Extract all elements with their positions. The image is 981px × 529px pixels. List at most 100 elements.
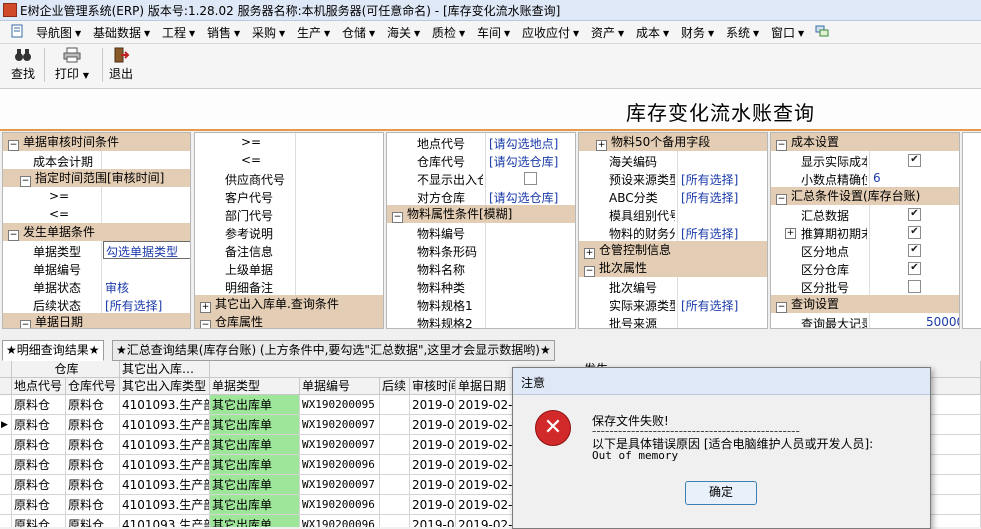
col-warehouse[interactable]: 仓库代号 — [66, 378, 120, 395]
summary-data-checkbox[interactable]: ✔ — [908, 208, 921, 221]
cell-warehouse[interactable]: 原料仓 — [66, 435, 120, 455]
menu-navigation[interactable]: 导航图 ▼ — [36, 24, 81, 41]
cell-followup[interactable] — [380, 495, 410, 515]
by-warehouse-checkbox[interactable]: ✔ — [908, 262, 921, 275]
row-material-kind[interactable]: 物料种类 — [387, 277, 575, 295]
cell-other-type[interactable]: 4101093.生产部 — [120, 475, 210, 495]
row-reference[interactable]: 参考说明 — [195, 223, 383, 241]
hide-transfer-checkbox[interactable] — [524, 172, 537, 185]
cell-warehouse[interactable]: 原料仓 — [66, 415, 120, 435]
cell-other-type[interactable]: 4101093.生产部 — [120, 495, 210, 515]
row-summary-data[interactable]: 汇总数据 ✔ — [771, 205, 959, 223]
cell-warehouse[interactable]: 原料仓 — [66, 455, 120, 475]
cell-site[interactable]: 原料仓 — [12, 395, 66, 415]
cell-warehouse[interactable]: 原料仓 — [66, 495, 120, 515]
row-preset-source[interactable]: 预设来源类型 [所有选择] — [579, 169, 767, 187]
col-followup[interactable]: 后续 — [380, 378, 410, 395]
cell-doc-type[interactable]: 其它出库单 — [210, 495, 300, 515]
section-warehouse-attr[interactable]: − 仓库属性 — [195, 313, 383, 328]
row-cost-period[interactable]: 成本会计期 — [3, 151, 190, 169]
row-indicator[interactable] — [0, 435, 12, 455]
cell-doc-type[interactable]: 其它出库单 — [210, 515, 300, 527]
row-indicator[interactable] — [0, 455, 12, 475]
cell-doc-type[interactable]: 其它出库单 — [210, 415, 300, 435]
cell-doc-number[interactable]: WX190200097 — [300, 475, 380, 495]
cell-followup[interactable] — [380, 415, 410, 435]
by-batch-checkbox[interactable] — [908, 280, 921, 293]
row-indicator[interactable] — [0, 515, 12, 527]
cell-doc-number[interactable]: WX190200096 — [300, 515, 380, 527]
cell-site[interactable]: 原料仓 — [12, 515, 66, 527]
menu-finance[interactable]: 财务 ▼ — [681, 24, 714, 41]
cell-other-type[interactable]: 4101093.生产部 — [120, 415, 210, 435]
menu-basic-data[interactable]: 基础数据 ▼ — [93, 24, 150, 41]
row-by-site[interactable]: 区分地点 ✔ — [771, 241, 959, 259]
menu-sales[interactable]: 销售 ▼ — [207, 24, 240, 41]
row-site[interactable]: 地点代号 [请勾选地点] — [387, 133, 575, 151]
row-abc-class[interactable]: ABC分类 [所有选择] — [579, 187, 767, 205]
cell-audit-time[interactable]: 2019-02 — [410, 475, 456, 495]
row-indicator[interactable] — [0, 475, 12, 495]
section-warehouse-ctrl[interactable]: + 仓管控制信息 — [579, 241, 767, 259]
show-cost-checkbox[interactable]: ✔ — [908, 154, 921, 167]
section-audit-time[interactable]: − 单据审核时间条件 — [3, 133, 190, 151]
row-department[interactable]: 部门代号 — [195, 205, 383, 223]
cell-site[interactable]: 原料仓 — [12, 475, 66, 495]
menu-tile-icon[interactable] — [815, 24, 829, 41]
menu-quality[interactable]: 质检 ▼ — [432, 24, 465, 41]
cell-site[interactable]: 原料仓 — [12, 435, 66, 455]
cell-warehouse[interactable]: 原料仓 — [66, 475, 120, 495]
menu-purchase[interactable]: 采购 ▼ — [252, 24, 285, 41]
cell-followup[interactable] — [380, 475, 410, 495]
menu-receivable-payable[interactable]: 应收应付 ▼ — [522, 24, 579, 41]
cell-site[interactable]: 原料仓 — [12, 415, 66, 435]
tab-summary-results[interactable]: ★汇总查询结果(库存台账) (上方条件中,要勾选"汇总数据",这里才会显示数据哟… — [112, 340, 555, 361]
cell-doc-type[interactable]: 其它出库单 — [210, 475, 300, 495]
row-material-code[interactable]: 物料编号 — [387, 223, 575, 241]
menu-engineering[interactable]: 工程 ▼ — [162, 24, 195, 41]
push-period-checkbox[interactable]: ✔ — [908, 226, 921, 239]
row-doc-status[interactable]: 单据状态 审核 — [3, 277, 190, 295]
row-mold-group[interactable]: 模具组别代号 — [579, 205, 767, 223]
cell-doc-number[interactable]: WX190200096 — [300, 455, 380, 475]
row-indicator[interactable]: ▶ — [0, 415, 12, 435]
cell-audit-time[interactable]: 2019-02 — [410, 415, 456, 435]
row-decimals[interactable]: 小数点精确位 6 — [771, 169, 959, 187]
section-query-settings[interactable]: − 查询设置 — [771, 295, 959, 313]
cell-doc-number[interactable]: WX190200095 — [300, 395, 380, 415]
row-followup-status[interactable]: 后续状态 [所有选择] — [3, 295, 190, 313]
cell-audit-time[interactable]: 2019-02 — [410, 495, 456, 515]
section-spare-fields[interactable]: + 物料50个备用字段 — [579, 133, 767, 151]
row-material-name[interactable]: 物料名称 — [387, 259, 575, 277]
menu-workshop[interactable]: 车间 ▼ — [477, 24, 510, 41]
menu-system[interactable]: 系统 ▼ — [726, 24, 759, 41]
cell-followup[interactable] — [380, 435, 410, 455]
section-time-range[interactable]: − 指定时间范围[审核时间] — [3, 169, 190, 187]
cell-followup[interactable] — [380, 515, 410, 527]
row-counter-warehouse[interactable]: 对方仓库 [请勾选仓库] — [387, 187, 575, 205]
row-indicator[interactable] — [0, 495, 12, 515]
cell-audit-time[interactable]: 2019-02 — [410, 435, 456, 455]
row-warehouse[interactable]: 仓库代号 [请勾选仓库] — [387, 151, 575, 169]
cell-site[interactable]: 原料仓 — [12, 455, 66, 475]
row-batch-number[interactable]: 批次编号 — [579, 277, 767, 295]
print-button[interactable]: 打印 ▼ — [48, 47, 96, 82]
section-doc-date[interactable]: − 单据日期 — [3, 313, 190, 328]
row-date-le[interactable]: <= — [195, 151, 383, 169]
cell-doc-type[interactable]: 其它出库单 — [210, 435, 300, 455]
row-date-ge[interactable]: >= — [195, 133, 383, 151]
row-remark[interactable]: 备注信息 — [195, 241, 383, 259]
row-doc-type[interactable]: 单据类型 勾选单据类型 — [3, 241, 190, 259]
menu-doc-icon[interactable] — [10, 24, 24, 41]
cell-warehouse[interactable]: 原料仓 — [66, 515, 120, 527]
row-time-le[interactable]: <= — [3, 205, 190, 223]
cell-doc-number[interactable]: WX190200097 — [300, 415, 380, 435]
cell-audit-time[interactable]: 2019-02 — [410, 515, 456, 527]
section-cost-settings[interactable]: − 成本设置 — [771, 133, 959, 151]
row-material-barcode[interactable]: 物料条形码 — [387, 241, 575, 259]
cell-audit-time[interactable]: 2019-02 — [410, 395, 456, 415]
row-actual-source[interactable]: 实际来源类型 [所有选择] — [579, 295, 767, 313]
doc-type-field[interactable]: 勾选单据类型 — [103, 241, 190, 259]
cell-other-type[interactable]: 4101093.生产部 — [120, 395, 210, 415]
tab-detail-results[interactable]: ★明细查询结果★ — [2, 340, 104, 361]
